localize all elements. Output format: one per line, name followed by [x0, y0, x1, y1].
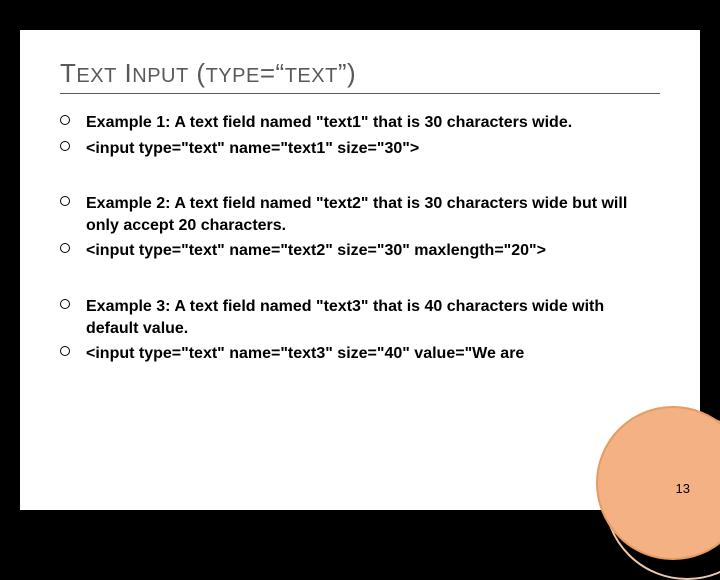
- gap: [60, 266, 660, 296]
- bullet-icon: [60, 141, 70, 151]
- bullet-icon: [60, 115, 70, 125]
- gap: [60, 163, 660, 193]
- list-item: <input type="text" name="text2" size="30…: [60, 240, 660, 262]
- bullet-text: <input type="text" name="text2" size="30…: [86, 242, 546, 259]
- bullet-text: Example 3: A text field named "text3" th…: [86, 298, 604, 337]
- bullet-text: <input type="text" name="text1" size="30…: [86, 140, 419, 157]
- bullet-list: Example 2: A text field named "text2" th…: [60, 193, 660, 262]
- list-item: Example 2: A text field named "text2" th…: [60, 193, 660, 236]
- page-number: 13: [676, 481, 690, 496]
- title-text: TEXT INPUT (TYPE=“TEXT”): [60, 58, 356, 88]
- bullet-text: Example 2: A text field named "text2" th…: [86, 195, 627, 234]
- bullet-list: Example 1: A text field named "text1" th…: [60, 112, 660, 159]
- bullet-icon: [60, 299, 70, 309]
- list-item: Example 3: A text field named "text3" th…: [60, 296, 660, 339]
- bullet-icon: [60, 243, 70, 253]
- slide-title: TEXT INPUT (TYPE=“TEXT”): [60, 58, 660, 94]
- slide: TEXT INPUT (TYPE=“TEXT”) Example 1: A te…: [20, 30, 700, 510]
- list-item: Example 1: A text field named "text1" th…: [60, 112, 660, 134]
- bullet-list: Example 3: A text field named "text3" th…: [60, 296, 660, 365]
- bullet-icon: [60, 196, 70, 206]
- list-item: <input type="text" name="text1" size="30…: [60, 138, 660, 160]
- bullet-text: Example 1: A text field named "text1" th…: [86, 114, 572, 131]
- list-item: <input type="text" name="text3" size="40…: [60, 343, 660, 365]
- bullet-text: <input type="text" name="text3" size="40…: [86, 345, 524, 362]
- bullet-icon: [60, 346, 70, 356]
